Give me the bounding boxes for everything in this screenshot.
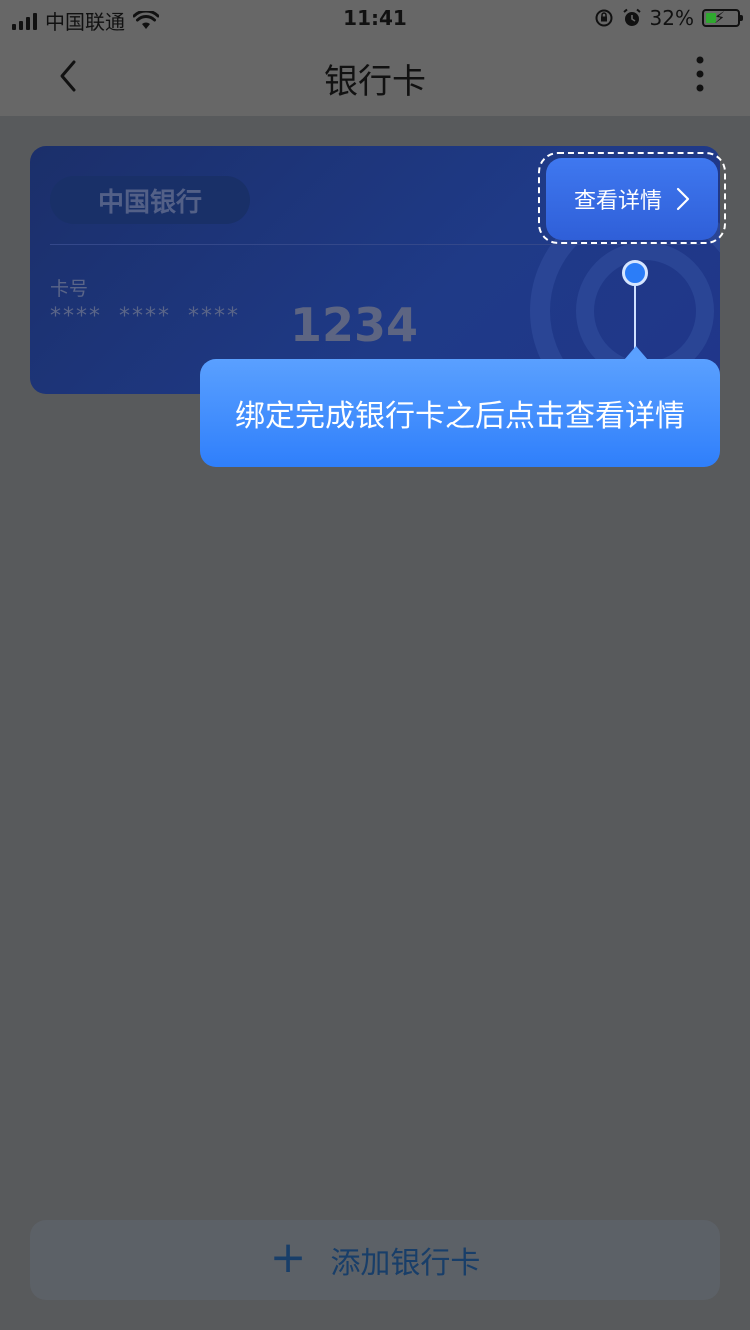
view-details-label: 查看详情 xyxy=(573,189,662,214)
rotation-lock-icon xyxy=(595,9,613,27)
view-details-button[interactable]: 查看详情 xyxy=(546,158,718,240)
battery-percent: 32% xyxy=(649,6,694,30)
card-number-masked: **** **** **** xyxy=(50,304,240,329)
alarm-icon xyxy=(622,8,641,26)
add-bank-card-label: 添加银行卡 xyxy=(330,1246,481,1281)
card-divider xyxy=(50,244,700,245)
card-number-label: 卡号 xyxy=(50,278,89,300)
plus-icon: + xyxy=(269,1232,307,1283)
guide-pointer-line xyxy=(634,286,636,350)
status-right: 32% ⚡ xyxy=(594,6,743,30)
guide-pointer-dot xyxy=(622,260,648,286)
tooltip-arrow xyxy=(624,346,648,360)
card-number-last-four: 1234 xyxy=(290,298,419,352)
battery-charging-icon: ⚡ xyxy=(702,8,743,27)
add-bank-card-button[interactable]: + 添加银行卡 xyxy=(30,1220,720,1300)
chevron-right-icon xyxy=(676,187,690,211)
nav-bar: 银行卡 xyxy=(0,40,750,116)
guide-tooltip[interactable]: 绑定完成银行卡之后点击查看详情 xyxy=(200,359,720,467)
bank-name: 中国银行 xyxy=(50,176,250,224)
status-bar: 中国联通 11:41 32% ⚡ xyxy=(0,0,750,40)
guide-tooltip-text: 绑定完成银行卡之后点击查看详情 xyxy=(235,399,685,434)
more-vertical-icon[interactable] xyxy=(680,54,720,98)
page-title: 银行卡 xyxy=(324,62,426,102)
